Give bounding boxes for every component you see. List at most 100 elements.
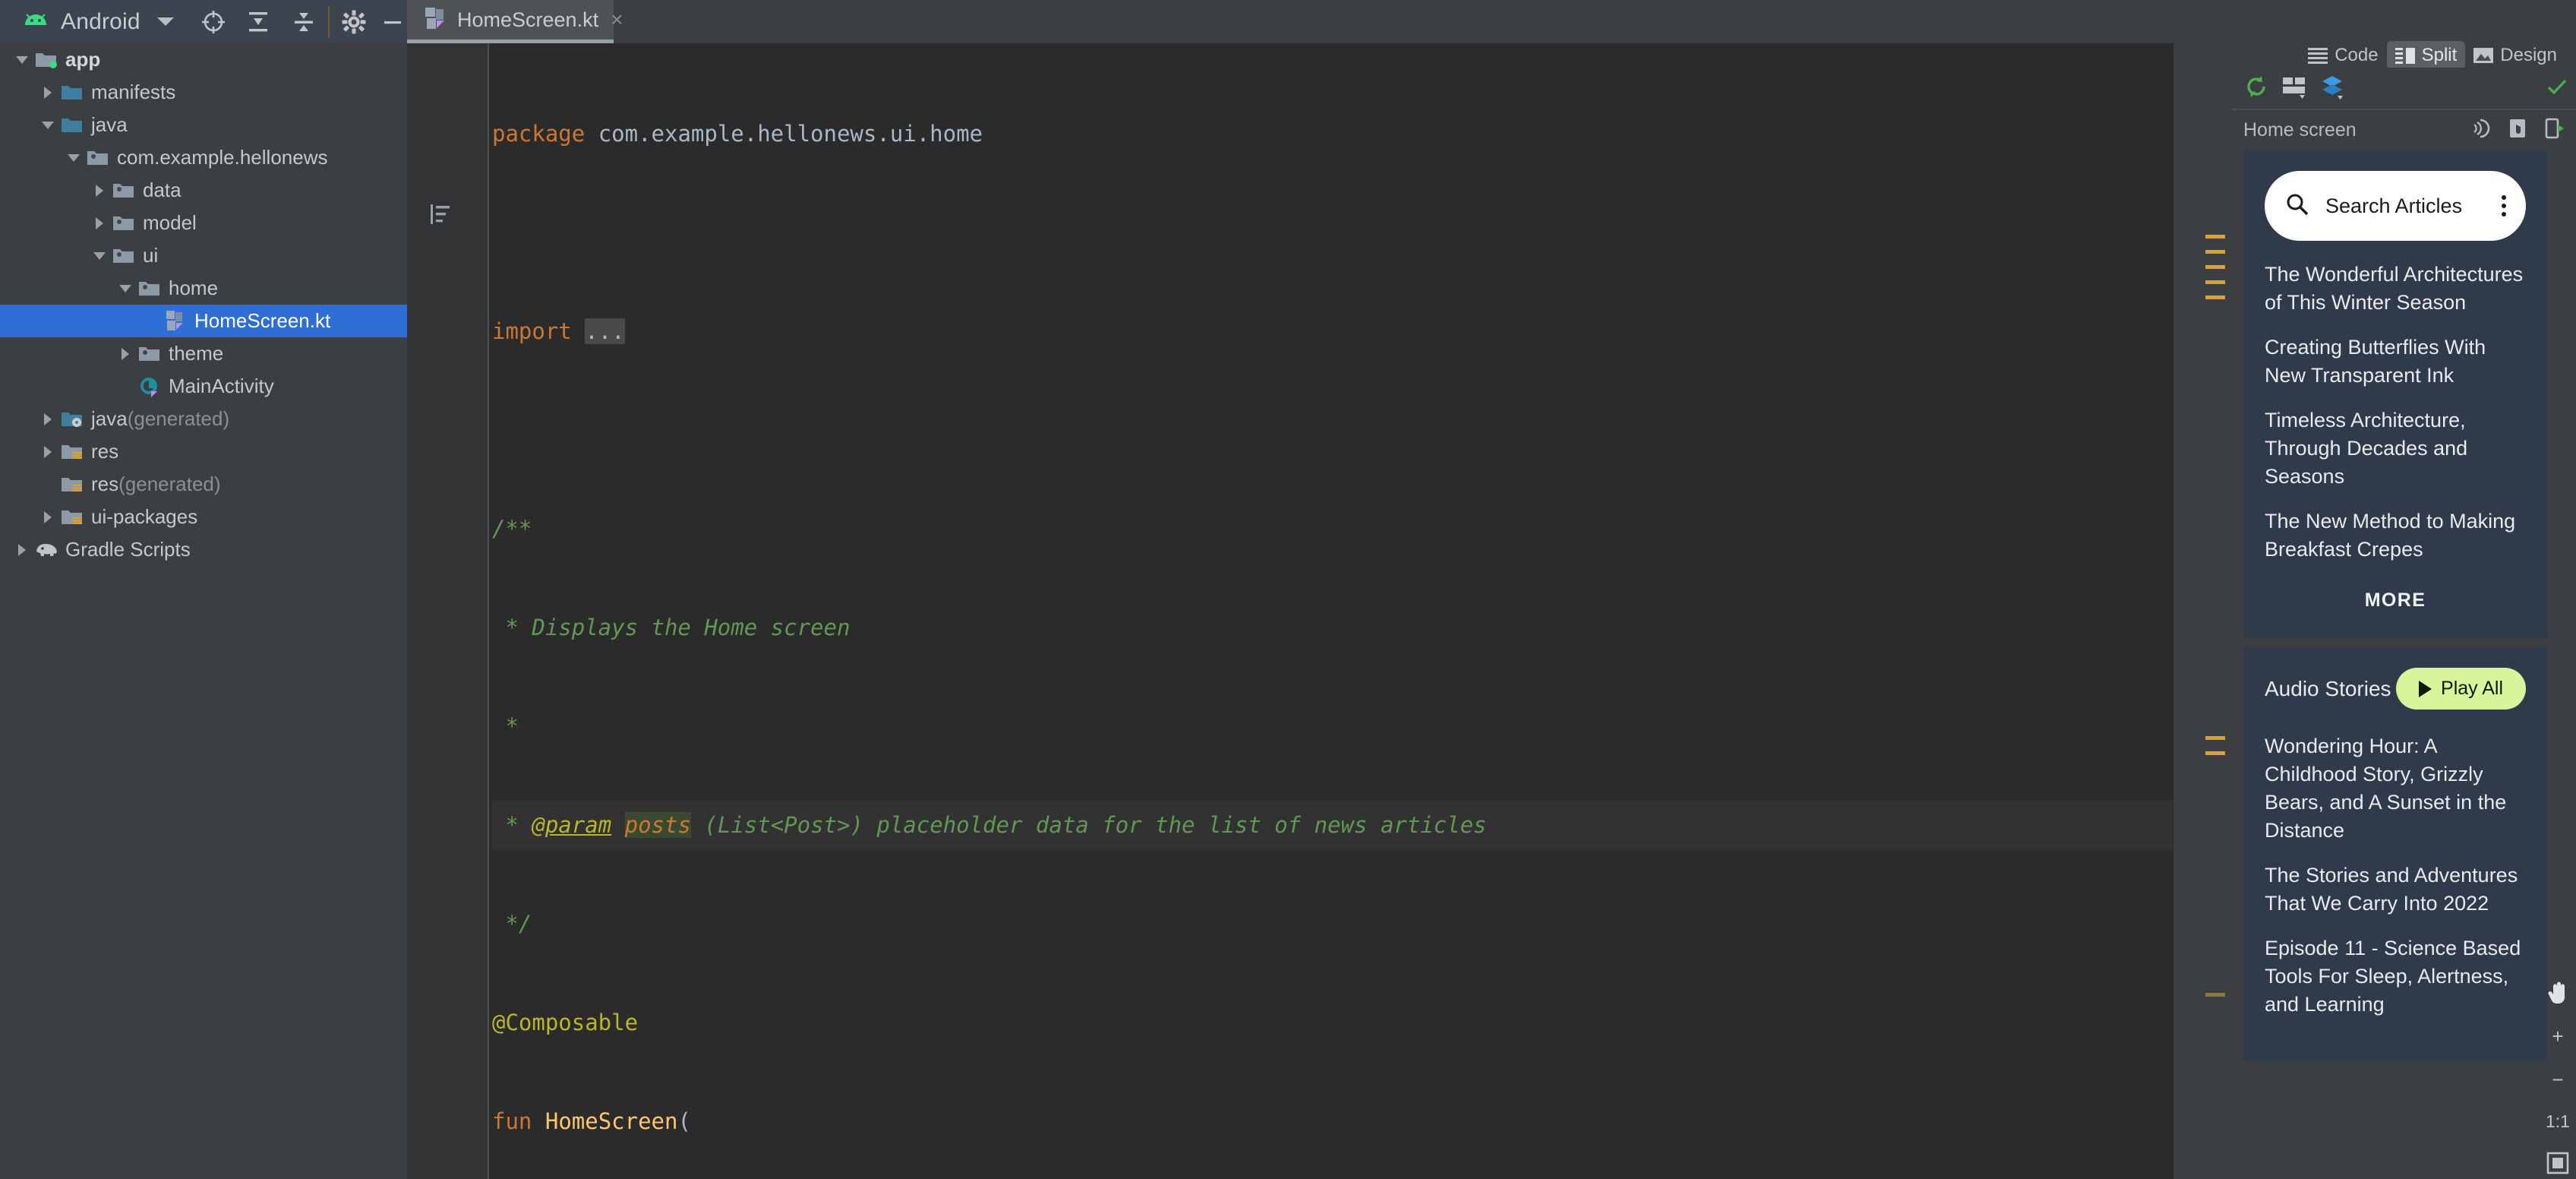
chevron-right-icon[interactable] bbox=[88, 217, 111, 229]
collapse-all-icon[interactable] bbox=[245, 5, 273, 40]
chevron-right-icon[interactable] bbox=[36, 86, 59, 99]
chevron-right-icon[interactable] bbox=[88, 184, 111, 197]
chevron-down-icon[interactable] bbox=[11, 55, 33, 64]
code-editor[interactable]: package com.example.hellonews.ui.home +i… bbox=[407, 43, 2233, 1179]
tree-item-label: res bbox=[91, 440, 119, 463]
mode-design-button[interactable]: Design bbox=[2465, 41, 2565, 70]
checkmark-icon bbox=[2546, 75, 2568, 102]
audio-story-item[interactable]: Wondering Hour: A Childhood Story, Grizz… bbox=[2265, 732, 2526, 845]
chevron-right-icon[interactable] bbox=[36, 445, 59, 458]
article-item[interactable]: The Wonderful Architectures of This Wint… bbox=[2265, 261, 2526, 317]
layers-icon[interactable] bbox=[2319, 74, 2345, 103]
tree-item-res[interactable]: res (generated) bbox=[0, 468, 407, 501]
tree-item-ui-packages[interactable]: ui-packages bbox=[0, 501, 407, 533]
target-icon[interactable] bbox=[200, 5, 228, 40]
chevron-down-icon[interactable] bbox=[114, 284, 137, 292]
tree-item-label: Gradle Scripts bbox=[65, 538, 191, 561]
article-item[interactable]: Timeless Architecture, Through Decades a… bbox=[2265, 406, 2526, 491]
tree-item-label: ui-packages bbox=[91, 505, 198, 528]
mode-split-label: Split bbox=[2421, 45, 2458, 65]
tree-item-theme[interactable]: theme bbox=[0, 337, 407, 370]
article-item[interactable]: The New Method to Making Breakfast Crepe… bbox=[2265, 507, 2526, 564]
chevron-right-icon[interactable] bbox=[36, 510, 59, 523]
tree-item-app[interactable]: app bbox=[0, 43, 407, 76]
inspection-scrollbar[interactable] bbox=[2174, 43, 2233, 1179]
code-line: * bbox=[492, 713, 519, 739]
deploy-preview-icon[interactable] bbox=[2506, 117, 2529, 144]
kotlin-class-icon bbox=[137, 376, 163, 397]
chevron-right-icon[interactable] bbox=[11, 543, 33, 556]
close-icon[interactable]: × bbox=[611, 8, 623, 32]
kotlin-file-icon bbox=[163, 310, 188, 333]
chevron-down-icon[interactable] bbox=[156, 17, 174, 26]
tree-item-label: theme bbox=[169, 342, 224, 365]
article-item[interactable]: Creating Butterflies With New Transparen… bbox=[2265, 333, 2526, 390]
tree-item-mainactivity[interactable]: MainActivity bbox=[0, 370, 407, 403]
code-line: * @param posts (List<Post>) placeholder … bbox=[492, 801, 2174, 850]
tab-homescreen-kt[interactable]: HomeScreen.kt × bbox=[407, 0, 623, 43]
tree-item-label: HomeScreen.kt bbox=[194, 309, 331, 332]
tree-item-manifests[interactable]: manifests bbox=[0, 76, 407, 109]
audio-story-item[interactable]: Episode 11 - Science Based Tools For Sle… bbox=[2265, 934, 2526, 1019]
settings-gear-icon[interactable] bbox=[340, 5, 368, 40]
inspection-marker[interactable] bbox=[2205, 265, 2225, 269]
tree-item-gradle-scripts[interactable]: Gradle Scripts bbox=[0, 533, 407, 566]
code-line: −/** bbox=[492, 504, 2174, 554]
tree-item-ui[interactable]: ui bbox=[0, 239, 407, 272]
zoom-actual-icon[interactable]: 1:1 bbox=[2546, 1111, 2570, 1132]
inspection-marker[interactable] bbox=[2205, 736, 2225, 740]
structure-marker-icon bbox=[428, 201, 454, 231]
audio-story-item[interactable]: The Stories and Adventures That We Carry… bbox=[2265, 861, 2526, 918]
inspection-marker[interactable] bbox=[2205, 751, 2225, 755]
interactive-preview-icon[interactable] bbox=[2470, 117, 2492, 144]
tree-item-label: MainActivity bbox=[169, 375, 274, 397]
generated-java-folder-icon bbox=[59, 409, 85, 429]
search-placeholder: Search Articles bbox=[2325, 194, 2463, 217]
chevron-down-icon[interactable] bbox=[88, 251, 111, 260]
inspection-marker[interactable] bbox=[2205, 280, 2225, 284]
tree-item-com-example-hellonews[interactable]: com.example.hellonews bbox=[0, 141, 407, 174]
layout-grid-icon[interactable] bbox=[2281, 74, 2307, 103]
package-folder-icon bbox=[111, 246, 137, 266]
minimize-icon[interactable] bbox=[379, 5, 407, 40]
code-line: package com.example.hellonews.ui.home bbox=[492, 121, 983, 147]
tree-item-home[interactable]: home bbox=[0, 272, 407, 305]
chevron-down-icon[interactable] bbox=[36, 121, 59, 129]
tree-item-model[interactable]: model bbox=[0, 207, 407, 239]
refresh-icon[interactable] bbox=[2243, 74, 2269, 103]
tree-item-label: java bbox=[91, 113, 128, 136]
zoom-out-icon[interactable]: − bbox=[2552, 1068, 2563, 1092]
tree-item-java[interactable]: java bbox=[0, 109, 407, 141]
run-on-device-icon[interactable] bbox=[2543, 117, 2565, 144]
play-all-button[interactable]: Play All bbox=[2396, 668, 2526, 710]
project-tree[interactable]: app manifests java com.example.hellonews dat… bbox=[0, 43, 407, 1179]
mode-code-button[interactable]: Code bbox=[2300, 41, 2386, 70]
design-image-icon bbox=[2473, 48, 2494, 63]
split-view-icon bbox=[2394, 48, 2415, 64]
play-icon bbox=[2419, 680, 2432, 697]
mode-split-button[interactable]: Split bbox=[2386, 41, 2466, 70]
chevron-down-icon[interactable] bbox=[62, 153, 85, 162]
pan-hand-icon[interactable] bbox=[2545, 979, 2571, 1005]
inspection-marker[interactable] bbox=[2205, 296, 2225, 299]
search-input[interactable]: Search Articles bbox=[2265, 171, 2526, 241]
expand-all-icon[interactable] bbox=[289, 5, 317, 40]
more-button[interactable]: MORE bbox=[2265, 580, 2526, 612]
editor-gutter[interactable] bbox=[407, 43, 489, 1179]
kebab-menu-icon[interactable] bbox=[2502, 195, 2506, 217]
chevron-right-icon[interactable] bbox=[114, 347, 137, 360]
code-text[interactable]: package com.example.hellonews.ui.home +i… bbox=[492, 43, 2174, 1179]
tree-item-label: res bbox=[91, 473, 119, 495]
chevron-right-icon[interactable] bbox=[36, 412, 59, 425]
tree-item-data[interactable]: data bbox=[0, 174, 407, 207]
inspection-marker[interactable] bbox=[2205, 250, 2225, 254]
zoom-fit-icon[interactable] bbox=[2546, 1152, 2569, 1174]
tree-item-suffix: (generated) bbox=[118, 473, 221, 495]
tree-item-homescreen-kt[interactable]: HomeScreen.kt bbox=[0, 305, 407, 337]
tree-item-java[interactable]: java (generated) bbox=[0, 403, 407, 435]
android-logo-icon bbox=[23, 13, 49, 31]
tree-item-res[interactable]: res bbox=[0, 435, 407, 468]
zoom-in-icon[interactable]: + bbox=[2552, 1025, 2563, 1048]
inspection-marker[interactable] bbox=[2205, 993, 2225, 997]
inspection-marker[interactable] bbox=[2205, 235, 2225, 239]
